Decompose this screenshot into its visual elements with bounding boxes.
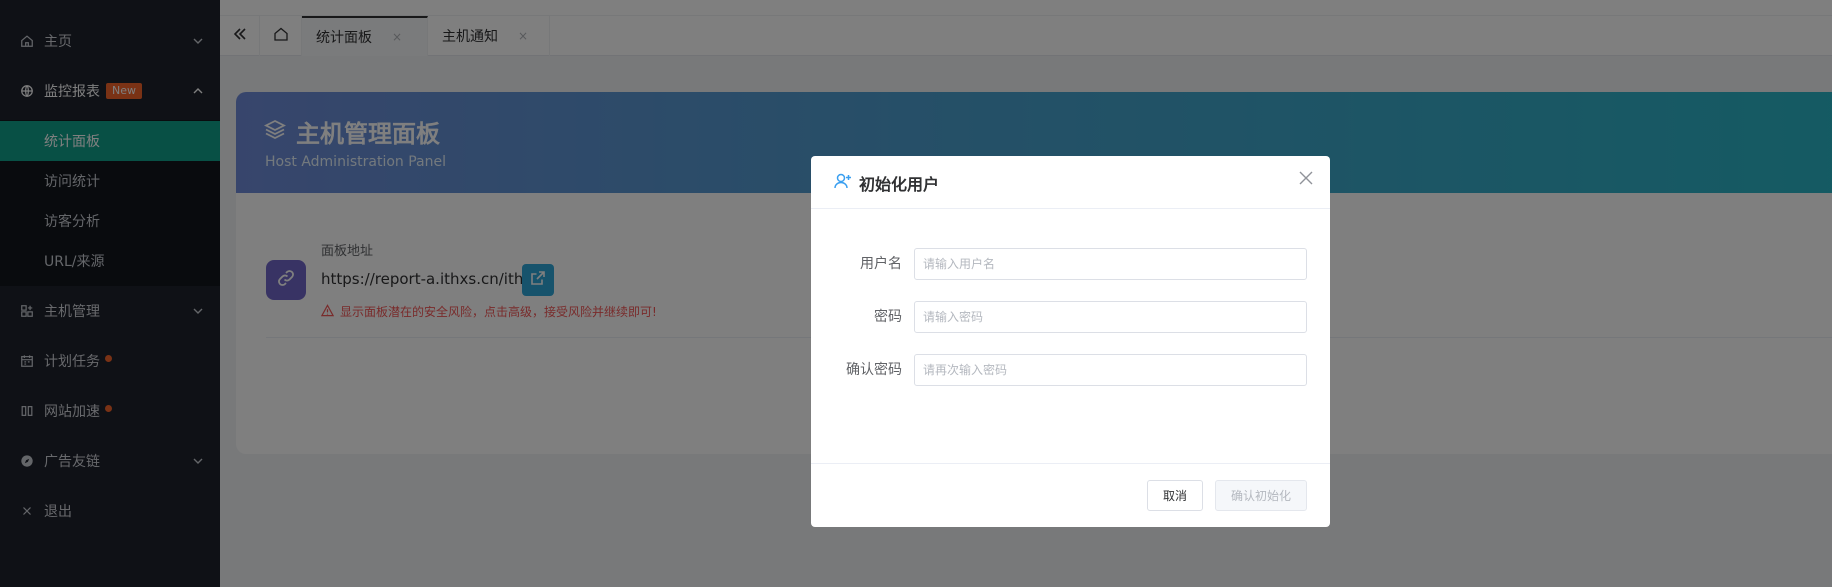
username-input[interactable] xyxy=(914,248,1307,280)
add-user-icon xyxy=(833,171,859,195)
confirm-init-button[interactable]: 确认初始化 xyxy=(1215,480,1307,511)
form-row-username: 用户名 xyxy=(811,248,1330,280)
dialog-footer-divider xyxy=(811,463,1330,464)
form-row-password: 密码 xyxy=(811,301,1330,333)
form-row-confirm-password: 确认密码 xyxy=(811,354,1330,386)
close-icon xyxy=(1299,171,1313,189)
dialog-close-button[interactable] xyxy=(1296,170,1316,190)
init-user-dialog: 初始化用户 用户名 密码 确认密码 取消 确认初始化 xyxy=(811,156,1330,527)
cancel-button[interactable]: 取消 xyxy=(1147,480,1203,511)
dialog-title-text: 初始化用户 xyxy=(859,175,940,194)
password-input[interactable] xyxy=(914,301,1307,333)
password-label: 密码 xyxy=(874,309,902,325)
dialog-title: 初始化用户 xyxy=(833,171,939,195)
dialog-header: 初始化用户 xyxy=(811,156,1330,209)
username-label: 用户名 xyxy=(860,256,902,272)
confirm-password-input[interactable] xyxy=(914,354,1307,386)
confirm-password-label: 确认密码 xyxy=(846,362,902,378)
